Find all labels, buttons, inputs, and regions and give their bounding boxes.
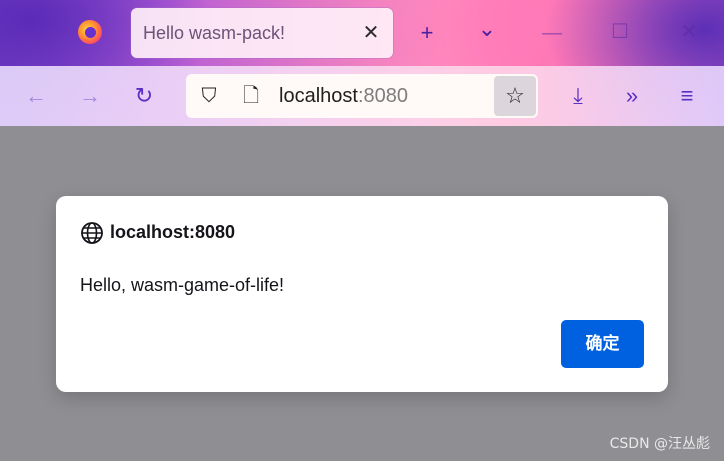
tab-title: Hello wasm-pack! [143,23,286,43]
url-host: localhost [279,85,358,107]
alert-dialog: localhost:8080 Hello, wasm-game-of-life!… [56,196,668,392]
url-bar[interactable]: ⛉ 🗋 localhost:8080 ☆ [186,74,538,118]
maximize-button[interactable]: ☐ [603,15,637,49]
page-icon[interactable]: 🗋 [238,83,264,109]
minimize-button[interactable]: — [535,16,569,50]
navigation-toolbar: ← → ↻ ⛉ 🗋 localhost:8080 ☆ ⤓ » ≡ [0,66,724,126]
browser-chrome: Hello wasm-pack! ✕ + ⌄ — ☐ ✕ ← → ↻ ⛉ 🗋 l… [0,0,724,126]
firefox-logo-icon [78,20,102,44]
hamburger-menu-icon[interactable]: ≡ [669,78,705,114]
tab-close-icon[interactable]: ✕ [359,21,383,45]
reload-icon[interactable]: ↻ [126,78,162,114]
page-overlay: localhost:8080 Hello, wasm-game-of-life!… [0,126,724,461]
watermark: CSDN @汪丛彪 [609,436,710,452]
globe-icon [81,222,103,244]
tab-active[interactable]: Hello wasm-pack! ✕ [131,8,393,58]
url-text[interactable]: localhost:8080 [279,85,408,108]
bookmark-star-icon[interactable]: ☆ [494,76,536,116]
downloads-icon[interactable]: ⤓ [560,78,596,114]
dialog-message: Hello, wasm-game-of-life! [80,275,285,295]
back-arrow-icon[interactable]: ← [18,78,54,114]
tab-list-chevron-icon[interactable]: ⌄ [470,12,504,46]
new-tab-button[interactable]: + [410,16,444,50]
ok-button[interactable]: 确定 [561,320,644,368]
close-window-button[interactable]: ✕ [672,15,706,49]
shield-icon[interactable]: ⛉ [196,83,222,109]
overflow-chevrons-icon[interactable]: » [614,78,650,114]
dialog-title: localhost:8080 [110,222,236,242]
url-port: :8080 [357,85,408,107]
tab-bar: Hello wasm-pack! ✕ + ⌄ — ☐ ✕ [0,0,724,66]
forward-arrow-icon[interactable]: → [72,78,108,114]
